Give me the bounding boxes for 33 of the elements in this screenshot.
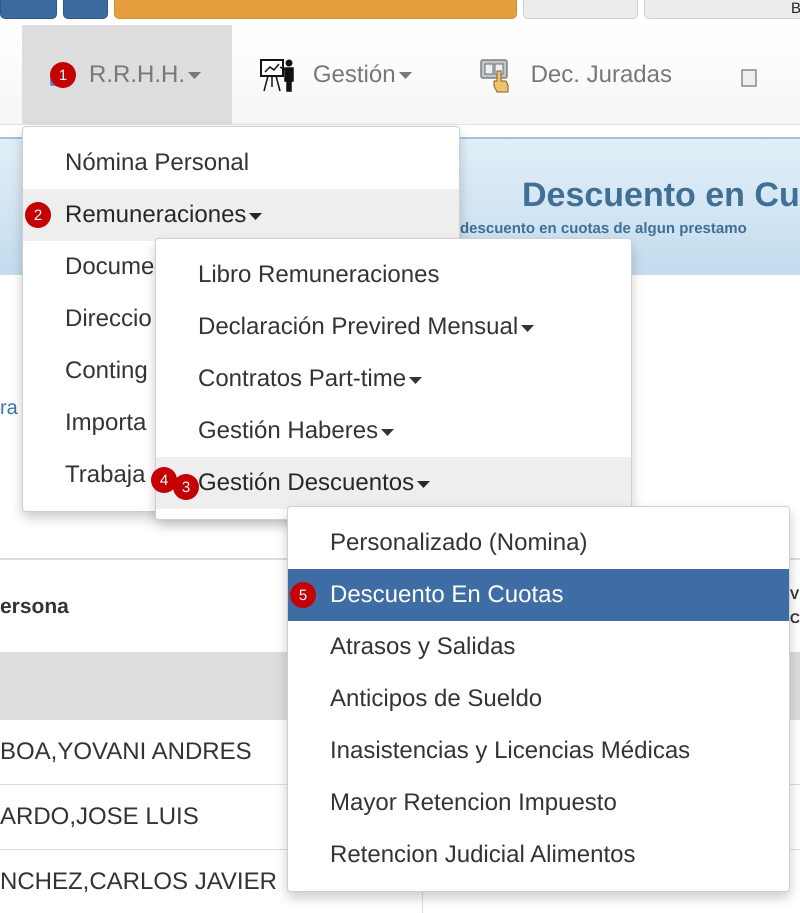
caret-icon xyxy=(188,72,201,80)
table-cell-text: NCHEZ,CARLOS JAVIER xyxy=(0,867,277,897)
caret-icon xyxy=(381,428,394,436)
menu-item[interactable]: Retencion Judicial Alimentos xyxy=(288,829,789,881)
menu-item[interactable]: Nómina Personal xyxy=(23,137,459,189)
table-cell-text: BOA,YOVANI ANDRES xyxy=(0,737,252,767)
caret-icon xyxy=(398,72,412,80)
presenter-icon xyxy=(260,56,296,92)
menu-item[interactable]: Anticipos de Sueldo xyxy=(288,673,789,725)
page-subtitle: descuento en cuotas de algun prestamo xyxy=(460,220,747,238)
menu-item[interactable]: Libro Remuneraciones xyxy=(156,249,631,301)
link[interactable]: ra xyxy=(0,397,18,419)
table-cell-text: ARDO,JOSE LUIS xyxy=(0,802,199,832)
caret-icon xyxy=(417,480,430,488)
column-header: ersona xyxy=(0,594,69,620)
nav-tab[interactable]: Dec. Juradas xyxy=(452,25,712,124)
menu-item[interactable]: Contratos Part-time xyxy=(156,353,631,405)
menu-item[interactable]: Gestión Haberes xyxy=(156,405,631,457)
menu-item[interactable]: Declaración Previred Mensual xyxy=(156,301,631,353)
nav-tab[interactable]: 1 R.R.H.H. xyxy=(22,25,232,124)
menu-item[interactable]: Personalizado (Nomina) xyxy=(288,517,789,569)
page-title: Descuento en Cu xyxy=(522,175,800,216)
caret-icon xyxy=(249,212,262,220)
caret-icon xyxy=(521,324,534,332)
button-label: B xyxy=(790,1,800,17)
menu-item[interactable]: Atrasos y Salidas xyxy=(288,621,789,673)
column-header: V C xyxy=(790,585,800,628)
number-badge: 1 xyxy=(50,62,76,88)
caret-icon xyxy=(409,376,422,384)
menu-item[interactable]: Inasistencias y Licencias Médicas xyxy=(288,725,789,777)
nav-tab[interactable]: Gestión xyxy=(232,25,452,124)
toolbar-button[interactable]: B xyxy=(644,0,800,19)
menu-item[interactable]: Mayor Retencion Impuesto xyxy=(288,777,789,829)
